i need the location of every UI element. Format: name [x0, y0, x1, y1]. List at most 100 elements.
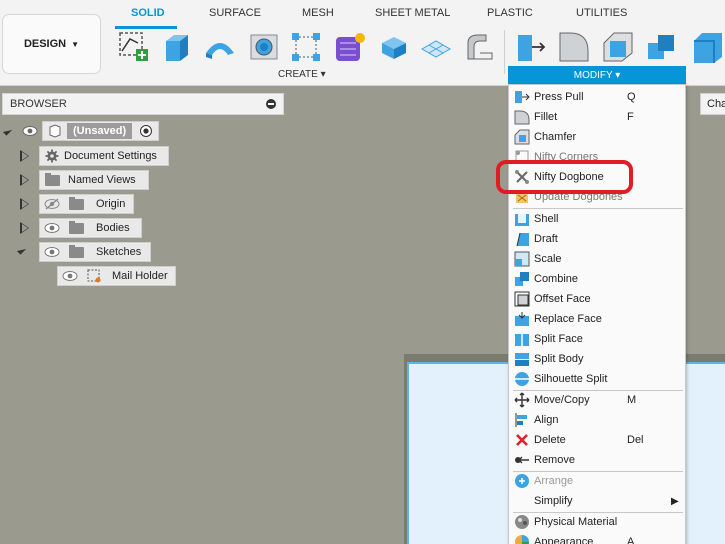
browser-item-label: Mail Holder — [112, 270, 168, 282]
delete-icon — [514, 432, 530, 448]
menu-item-physical-material[interactable]: Physical Material — [509, 512, 685, 532]
browser-item-named-views[interactable]: Named Views — [39, 170, 149, 190]
chevron-down-icon: ▼ — [71, 39, 80, 49]
root-label: (Unsaved) — [67, 123, 133, 139]
browser-item-label: Document Settings — [64, 150, 157, 162]
eye-icon[interactable] — [44, 220, 60, 236]
menu-item-delete[interactable]: Delete Del — [509, 430, 685, 450]
folder-icon — [68, 244, 84, 260]
create-menu[interactable]: CREATE ▾ — [278, 69, 326, 80]
menu-item-scale[interactable]: Scale — [509, 249, 685, 269]
expand-triangle[interactable] — [20, 222, 29, 234]
browser-item-label: Named Views — [68, 174, 136, 186]
eye-icon[interactable] — [62, 268, 78, 284]
browser-item-sketches[interactable]: Sketches — [39, 242, 151, 262]
expand-triangle[interactable] — [20, 198, 29, 210]
browser-item-origin[interactable]: Origin — [39, 194, 134, 214]
menu-item-appearance[interactable]: Appearance A — [509, 532, 685, 544]
tab-sheet-metal[interactable]: SHEET METAL — [375, 7, 450, 19]
combine-icon — [648, 35, 674, 59]
arrange-icon — [514, 473, 530, 489]
tab-plastic[interactable]: PLASTIC — [487, 7, 533, 19]
menu-item-nifty-corners[interactable]: Nifty Corners — [509, 147, 685, 167]
menu-item-draft[interactable]: Draft — [509, 229, 685, 249]
menu-item-update-dogbones[interactable]: Update Dogbones — [509, 187, 685, 207]
document-icon — [47, 123, 63, 139]
fillet-icon — [514, 109, 530, 125]
hole-tool[interactable] — [246, 29, 282, 65]
toolbar-divider — [504, 30, 505, 74]
fillet-profile-icon — [467, 34, 493, 60]
tab-mesh[interactable]: MESH — [302, 7, 334, 19]
folder-icon — [68, 196, 84, 212]
menu-item-split-body[interactable]: Split Body — [509, 349, 685, 369]
workspace-label: DESIGN — [23, 38, 67, 50]
fillet-tool[interactable] — [556, 29, 592, 65]
menu-item-split-face[interactable]: Split Face — [509, 329, 685, 349]
side-panel-tab[interactable]: Cha — [700, 93, 725, 115]
surface-patch-tool[interactable] — [418, 29, 454, 65]
silhouette-split-icon — [514, 371, 530, 387]
physical-material-icon — [514, 514, 530, 530]
tab-utilities[interactable]: UTILITIES — [576, 7, 627, 19]
modify-dropdown-menu: Press Pull Q Fillet F Chamfer Nifty Corn… — [508, 84, 686, 544]
tab-surface[interactable]: SURFACE — [209, 7, 261, 19]
workspace-switcher[interactable]: DESIGN ▼ — [2, 14, 101, 74]
menu-item-fillet[interactable]: Fillet F — [509, 107, 685, 127]
browser-item-document-settings[interactable]: Document Settings — [39, 146, 169, 166]
shell-tool[interactable] — [644, 29, 680, 65]
box-tool[interactable] — [376, 29, 412, 65]
thread-tool[interactable] — [462, 29, 498, 65]
chamfer-tool[interactable] — [600, 29, 636, 65]
nifty-dogbone-icon — [514, 169, 530, 185]
create-sketch-icon — [119, 32, 148, 61]
menu-item-simplify[interactable]: Simplify ▶ — [509, 491, 685, 511]
generate-tool[interactable] — [332, 29, 368, 65]
menu-item-arrange[interactable]: Arrange — [509, 471, 685, 491]
shell-icon — [514, 211, 530, 227]
scale-tool[interactable] — [688, 29, 724, 65]
create-sketch-tool[interactable] — [116, 29, 152, 65]
eye-icon[interactable] — [22, 123, 38, 139]
browser-item-label: Origin — [96, 198, 126, 210]
menu-item-replace-face[interactable]: Replace Face — [509, 309, 685, 329]
eye-hidden-icon[interactable] — [44, 196, 60, 212]
menu-item-shell[interactable]: Shell — [509, 209, 685, 229]
expand-triangle[interactable] — [20, 174, 29, 186]
offset-face-icon — [514, 291, 530, 307]
press-pull-icon — [514, 89, 530, 105]
menu-item-press-pull[interactable]: Press Pull Q — [509, 87, 685, 107]
split-face-icon — [514, 331, 530, 347]
browser-item-mail-holder[interactable]: Mail Holder — [57, 266, 176, 286]
revolve-tool[interactable] — [202, 29, 238, 65]
extrude-tool[interactable] — [158, 29, 194, 65]
tab-solid[interactable]: SOLID — [131, 7, 165, 19]
eye-icon[interactable] — [44, 244, 60, 260]
menu-item-offset-face[interactable]: Offset Face — [509, 289, 685, 309]
collapse-icon[interactable] — [266, 99, 276, 109]
extrude-icon — [166, 35, 188, 61]
nifty-corners-icon — [514, 149, 530, 165]
activate-radio-icon[interactable] — [138, 123, 154, 139]
modify-menu-button[interactable]: MODIFY ▾ — [508, 66, 686, 84]
menu-item-align[interactable]: Align — [509, 410, 685, 430]
menu-item-move-copy[interactable]: Move/Copy M — [509, 390, 685, 410]
browser-root[interactable]: (Unsaved) — [18, 121, 169, 141]
collapse-triangle[interactable] — [16, 245, 27, 255]
menu-item-remove[interactable]: Remove — [509, 450, 685, 470]
gear-icon — [44, 148, 60, 164]
pattern-icon — [292, 33, 320, 61]
menu-item-chamfer[interactable]: Chamfer — [509, 127, 685, 147]
expand-triangle[interactable] — [20, 150, 29, 162]
combine-icon — [514, 271, 530, 287]
browser-item-bodies[interactable]: Bodies — [39, 218, 142, 238]
fillet-icon — [559, 32, 589, 62]
pattern-tool[interactable] — [288, 29, 324, 65]
menu-item-nifty-dogbone[interactable]: Nifty Dogbone — [509, 167, 685, 187]
press-pull-tool[interactable] — [514, 29, 550, 65]
tree-collapse-triangle[interactable] — [2, 126, 13, 136]
menu-item-combine[interactable]: Combine — [509, 269, 685, 289]
menu-item-silhouette-split[interactable]: Silhouette Split — [509, 369, 685, 389]
browser-item-label: Sketches — [96, 246, 142, 258]
move-copy-icon — [514, 392, 530, 408]
